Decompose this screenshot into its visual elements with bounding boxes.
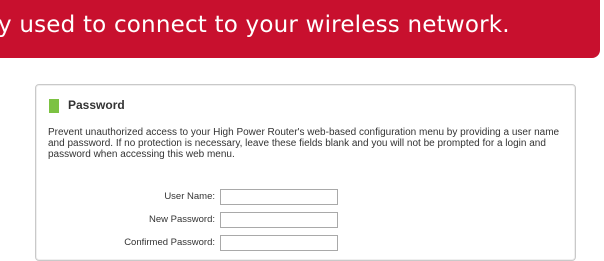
user-name-input[interactable] (220, 189, 338, 205)
new-password-input[interactable] (220, 212, 338, 228)
confirmed-password-input[interactable] (220, 235, 338, 251)
section-marker-icon (49, 99, 59, 113)
section-description: Prevent unauthorized access to your High… (48, 127, 560, 160)
new-password-row: New Password: (36, 212, 575, 228)
password-panel: Password Prevent unauthorized access to … (35, 84, 576, 261)
user-name-row: User Name: (36, 189, 575, 205)
confirmed-password-label: Confirmed Password: (124, 237, 215, 248)
banner-text: y used to connect to your wireless netwo… (0, 12, 510, 38)
section-title: Password (68, 98, 125, 112)
new-password-label: New Password: (149, 214, 215, 225)
user-name-label: User Name: (164, 191, 215, 202)
confirmed-password-row: Confirmed Password: (36, 235, 575, 251)
header-banner: y used to connect to your wireless netwo… (0, 0, 600, 58)
